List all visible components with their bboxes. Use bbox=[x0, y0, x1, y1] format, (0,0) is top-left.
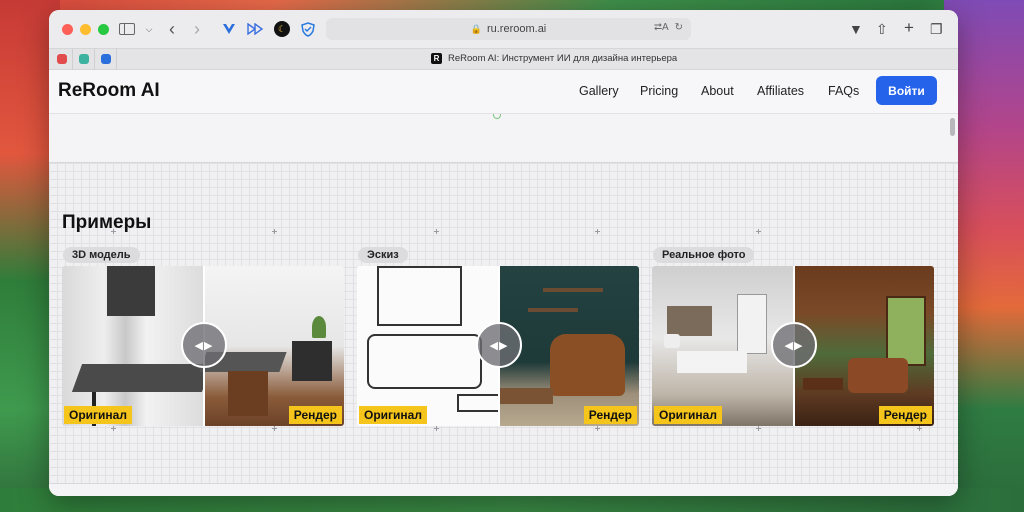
slider-arrows-icon[interactable]: ◀▶ bbox=[181, 322, 227, 368]
grid-cross-mark bbox=[595, 426, 600, 431]
slider-arrows-icon[interactable]: ◀▶ bbox=[771, 322, 817, 368]
translate-icon[interactable]: ⮂A bbox=[654, 22, 669, 33]
extension-shield-icon[interactable] bbox=[300, 21, 316, 37]
grid-cross-mark bbox=[111, 426, 116, 431]
slider-arrows-icon[interactable]: ◀▶ bbox=[476, 322, 522, 368]
original-label: Оригинал bbox=[359, 406, 427, 424]
grid-cross-mark bbox=[756, 426, 761, 431]
lock-icon: 🔒 bbox=[470, 23, 482, 34]
examples-section: Примеры 3D модель ◀▶ Оригинал Рендер Эск… bbox=[49, 162, 958, 484]
sidebar-icon[interactable] bbox=[119, 23, 135, 35]
pinned-tab-2[interactable] bbox=[73, 48, 95, 70]
reload-icon[interactable]: ↻ bbox=[675, 22, 683, 33]
extension-v-icon[interactable] bbox=[221, 21, 237, 37]
example-tag: Эскиз bbox=[358, 247, 408, 263]
example-card-sketch: Эскиз ◀▶ Оригинал Рендер bbox=[357, 245, 639, 426]
examples-title: Примеры bbox=[62, 212, 152, 233]
download-icon[interactable]: ▼ bbox=[849, 21, 863, 37]
share-icon[interactable]: ⇧ bbox=[876, 21, 888, 38]
pinned-favicon-icon bbox=[100, 54, 111, 64]
nav-pricing[interactable]: Pricing bbox=[640, 84, 678, 98]
pinned-tab-1[interactable] bbox=[51, 48, 73, 70]
address-bar-actions: ⮂A ↻ bbox=[654, 22, 683, 33]
active-tab-title: ReRoom AI: Инструмент ИИ для дизайна инт… bbox=[448, 53, 678, 64]
forward-icon[interactable]: › bbox=[189, 19, 205, 39]
original-label: Оригинал bbox=[654, 406, 722, 424]
login-button[interactable]: Войти bbox=[876, 76, 937, 105]
before-after-slider[interactable]: ◀▶ Оригинал Рендер bbox=[62, 266, 344, 426]
new-tab-icon[interactable]: + bbox=[904, 18, 914, 38]
nav-affiliates[interactable]: Affiliates bbox=[757, 84, 804, 98]
site-header: ReRoom AI Gallery Pricing About Affiliat… bbox=[49, 70, 958, 114]
browser-window: ⌵ ‹ › ☾ 🔒 ru.reroom.ai ⮂A ↻ ▼ ⇧ + ❐ R Re… bbox=[49, 10, 958, 496]
grid-cross-mark bbox=[272, 229, 277, 234]
extension-moon-icon[interactable]: ☾ bbox=[274, 21, 290, 37]
nav-gallery[interactable]: Gallery bbox=[579, 84, 619, 98]
pinned-favicon-icon bbox=[78, 54, 89, 64]
grid-cross-mark bbox=[434, 229, 439, 234]
example-tag: Реальное фото bbox=[653, 247, 755, 263]
chevron-down-icon[interactable]: ⌵ bbox=[141, 21, 157, 37]
address-bar[interactable]: 🔒 ru.reroom.ai ⮂A ↻ bbox=[326, 18, 691, 40]
render-label: Рендер bbox=[878, 406, 932, 424]
render-label: Рендер bbox=[288, 406, 342, 424]
example-card-photo: Реальное фото ◀▶ Оригинал Рендер bbox=[652, 245, 934, 426]
pinned-favicon-icon bbox=[56, 54, 67, 64]
render-label: Рендер bbox=[583, 406, 637, 424]
grid-cross-mark bbox=[595, 229, 600, 234]
url-text: ru.reroom.ai bbox=[486, 23, 547, 35]
tabs-icon[interactable]: ❐ bbox=[930, 21, 943, 38]
minimize-window-button[interactable] bbox=[80, 23, 91, 35]
example-card-3d: 3D модель ◀▶ Оригинал Рендер bbox=[62, 245, 344, 426]
active-tab[interactable]: R ReRoom AI: Инструмент ИИ для дизайна и… bbox=[431, 53, 677, 64]
before-after-slider[interactable]: ◀▶ Оригинал Рендер bbox=[357, 266, 639, 426]
nav-faqs[interactable]: FAQs bbox=[828, 84, 859, 98]
nav-about[interactable]: About bbox=[701, 84, 734, 98]
grid-cross-mark bbox=[434, 426, 439, 431]
grid-cross-mark bbox=[917, 426, 922, 431]
browser-toolbar: ⌵ ‹ › ☾ 🔒 ru.reroom.ai ⮂A ↻ ▼ ⇧ + ❐ bbox=[49, 10, 958, 48]
before-after-slider[interactable]: ◀▶ Оригинал Рендер bbox=[652, 266, 934, 426]
pinned-tab-3[interactable] bbox=[95, 48, 117, 70]
grid-cross-mark bbox=[272, 426, 277, 431]
page-scrollbar[interactable] bbox=[950, 118, 955, 136]
loading-indicator bbox=[493, 114, 501, 119]
extension-fastforward-icon[interactable] bbox=[247, 21, 263, 37]
tab-bar: R ReRoom AI: Инструмент ИИ для дизайна и… bbox=[49, 48, 958, 70]
close-window-button[interactable] bbox=[62, 23, 73, 35]
window-controls bbox=[62, 23, 109, 35]
original-label: Оригинал bbox=[64, 406, 132, 424]
example-tag: 3D модель bbox=[63, 247, 140, 263]
fullscreen-window-button[interactable] bbox=[98, 23, 109, 35]
grid-cross-mark bbox=[756, 229, 761, 234]
tab-favicon-icon: R bbox=[431, 53, 442, 64]
site-logo[interactable]: ReRoom AI bbox=[58, 80, 160, 102]
web-page: ReRoom AI Gallery Pricing About Affiliat… bbox=[49, 70, 958, 496]
back-icon[interactable]: ‹ bbox=[164, 19, 180, 39]
